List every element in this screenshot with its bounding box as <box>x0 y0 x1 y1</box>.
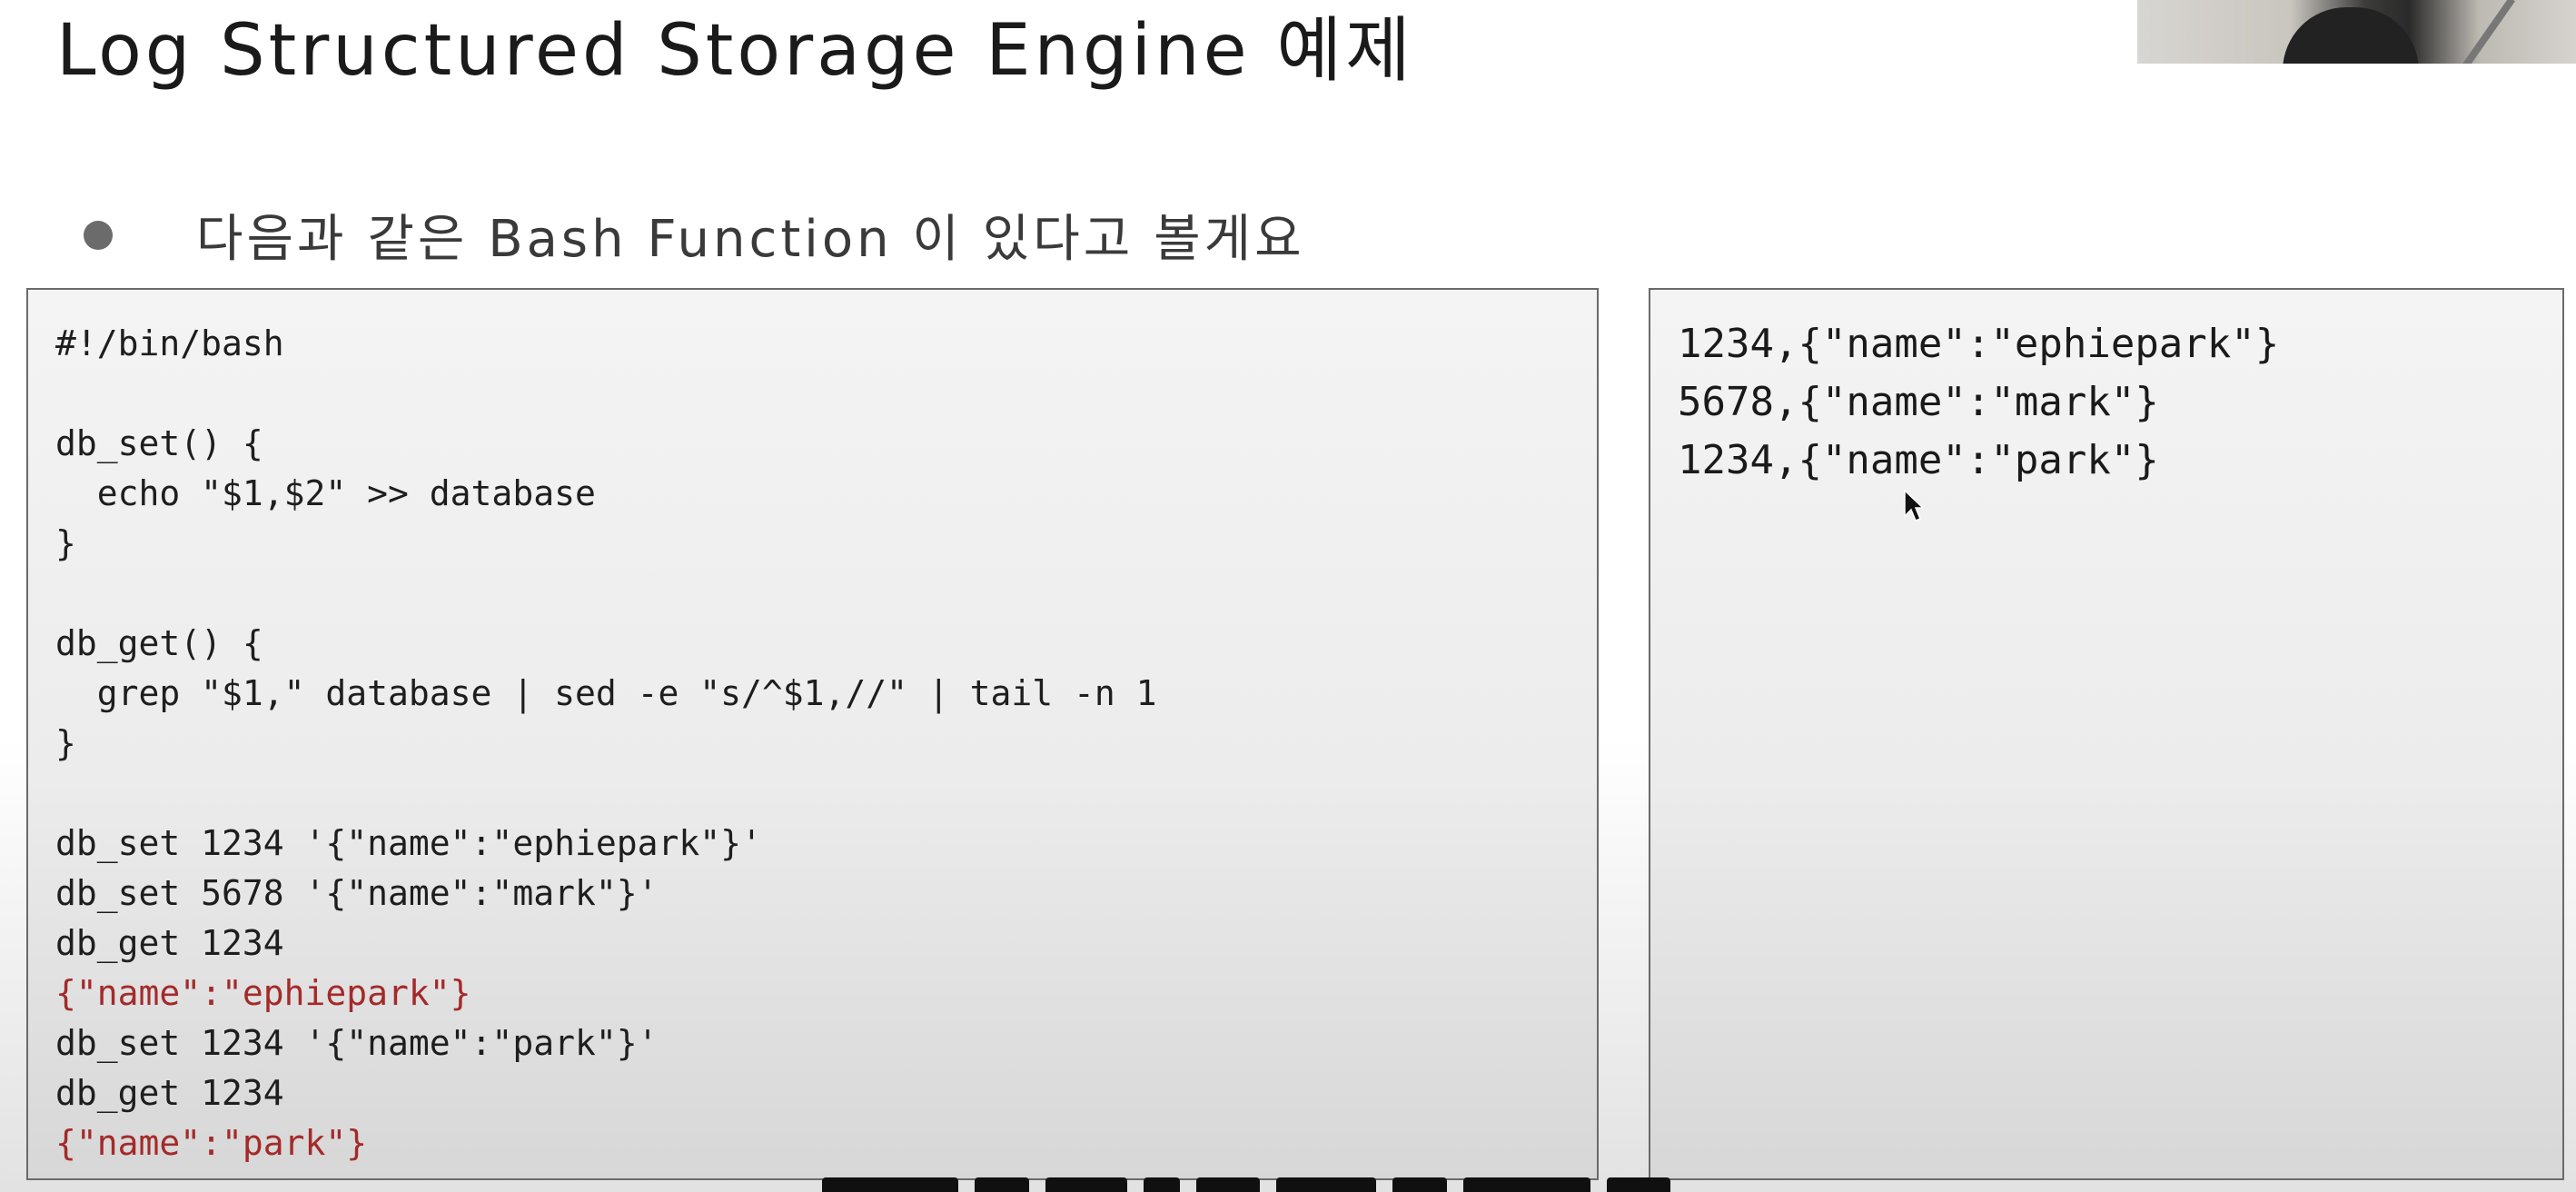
code-line: } <box>55 523 76 563</box>
slide-title: Log Structured Storage Engine 예제 <box>56 10 1414 92</box>
presenter-silhouette <box>2283 7 2419 64</box>
code-line: db_set 1234 '{"name":"park"}' <box>55 1023 659 1063</box>
code-line: db_get 1234 <box>55 923 284 963</box>
bullet-text: 다음과 같은 Bash Function 이 있다고 볼게요 <box>196 210 1305 269</box>
database-record: 5678,{"name":"mark"} <box>1678 379 2159 425</box>
bullet-dot-icon <box>84 220 113 250</box>
code-listing: #!/bin/bash db_set() { echo "$1,$2" >> da… <box>55 319 1157 1168</box>
database-record: 1234,{"name":"ephiepark"} <box>1678 321 2280 367</box>
code-line: #!/bin/bash <box>55 323 284 363</box>
code-line: grep "$1," database | sed -e "s/^$1,//" … <box>55 673 1157 713</box>
bullet-point: 다음과 같은 Bash Function 이 있다고 볼게요 <box>84 198 1305 272</box>
code-line: db_set 1234 '{"name":"ephiepark"}' <box>55 823 762 863</box>
microphone-stand <box>2457 0 2515 64</box>
code-line: echo "$1,$2" >> database <box>55 473 596 513</box>
code-panel: #!/bin/bash db_set() { echo "$1,$2" >> da… <box>26 288 1599 1180</box>
code-line: db_set() { <box>55 423 263 463</box>
code-output-line: {"name":"park"} <box>55 1123 368 1163</box>
database-file-panel: 1234,{"name":"ephiepark"} 5678,{"name":"m… <box>1649 288 2564 1180</box>
database-file-contents: 1234,{"name":"ephiepark"} 5678,{"name":"m… <box>1678 315 2279 490</box>
mouse-pointer-icon <box>1904 489 1923 522</box>
database-record: 1234,{"name":"park"} <box>1678 437 2159 483</box>
code-line: db_get() { <box>55 623 263 663</box>
code-line: db_set 5678 '{"name":"mark"}' <box>55 873 659 913</box>
webcam-overlay <box>2137 0 2576 64</box>
code-output-line: {"name":"ephiepark"} <box>55 973 471 1013</box>
code-line: db_get 1234 <box>55 1073 284 1113</box>
subtitle-overlay-fragment <box>822 1177 1717 1192</box>
code-line: } <box>55 723 76 763</box>
